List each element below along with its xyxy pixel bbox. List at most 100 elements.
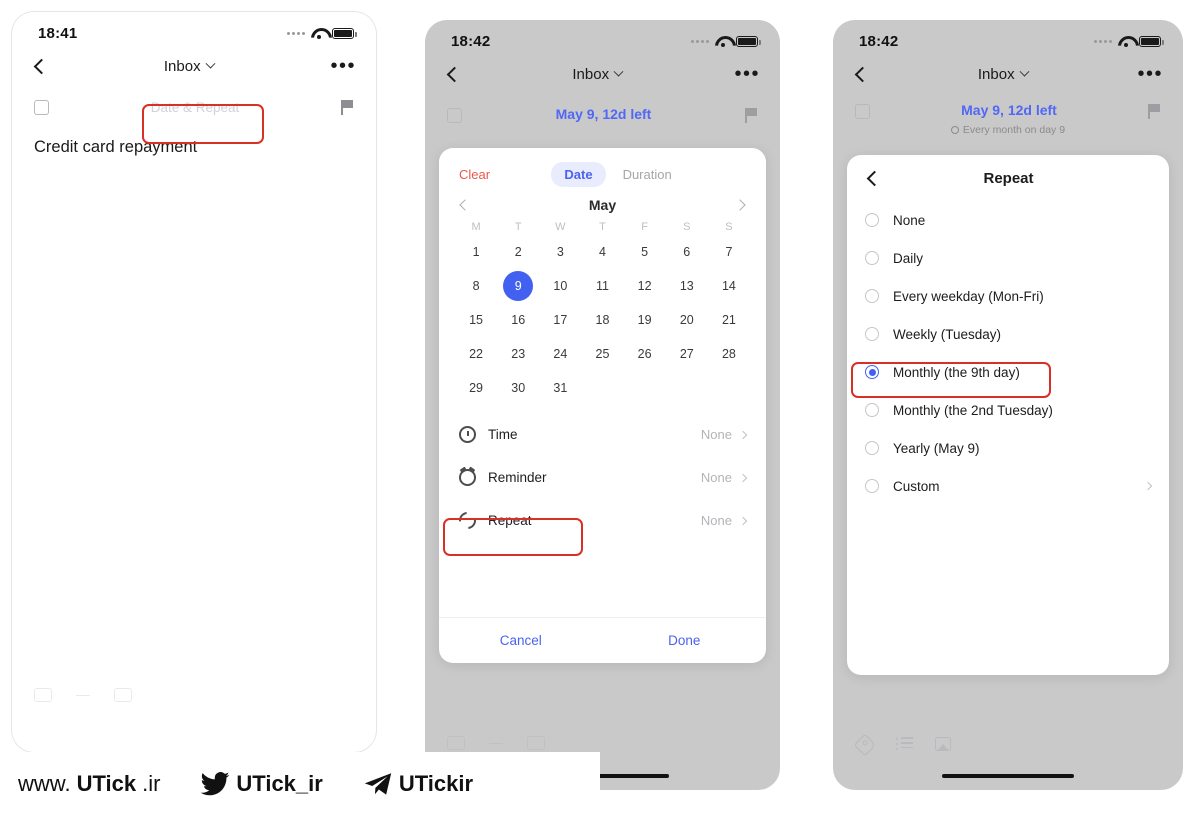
due-date-label[interactable]: May 9, 12d left [961,102,1057,118]
more-options-button[interactable]: ••• [1137,64,1163,84]
list-icon[interactable] [76,695,90,696]
calendar-day[interactable]: 10 [539,271,581,301]
battery-icon [736,35,761,47]
done-button[interactable]: Done [603,618,767,663]
option-row-reminder[interactable]: Reminder None [439,456,766,499]
image-icon[interactable] [114,688,132,702]
calendar-day[interactable]: 27 [666,339,708,369]
status-clock: 18:41 [38,24,78,42]
repeat-option-row[interactable]: Monthly (the 9th day) [847,353,1169,391]
flag-icon[interactable] [341,99,354,115]
clear-button[interactable]: Clear [459,167,490,182]
calendar-day[interactable]: 7 [708,237,750,267]
calendar-day[interactable]: 31 [539,373,581,403]
radio-selected-icon[interactable] [865,365,879,379]
repeat-option-row[interactable]: Yearly (May 9) [847,429,1169,467]
due-date-slot[interactable]: May 9, 12d left [462,106,745,124]
radio-icon[interactable] [865,251,879,265]
picker-options-list: Time None Reminder None Repeat None [439,413,766,542]
calendar-day[interactable]: 21 [708,305,750,335]
calendar-day[interactable]: 5 [624,237,666,267]
watermark-twitter: UTick_ir [200,771,323,797]
repeat-option-row[interactable]: None [847,201,1169,239]
nav-title[interactable]: Inbox [47,58,330,75]
calendar-day[interactable]: 20 [666,305,708,335]
bottom-toolbar [447,736,545,750]
list-icon[interactable] [489,743,503,744]
nav-title[interactable]: Inbox [460,66,734,83]
watermark-name: UTick [76,771,137,796]
radio-icon[interactable] [865,213,879,227]
signal-icon [691,39,709,43]
calendar-day[interactable]: 16 [497,305,539,335]
calendar-day[interactable]: 8 [455,271,497,301]
radio-icon[interactable] [865,479,879,493]
calendar-day[interactable]: 23 [497,339,539,369]
nav-title[interactable]: Inbox [868,66,1137,83]
calendar-day[interactable]: 3 [539,237,581,267]
calendar-day[interactable]: 14 [708,271,750,301]
date-picker-sheet: Clear Date Duration May MTWTFSS 12345678… [439,148,766,663]
task-title: Credit card repayment [34,138,198,156]
calendar-day[interactable]: 26 [624,339,666,369]
repeat-option-row[interactable]: Monthly (the 2nd Tuesday) [847,391,1169,429]
calendar-day[interactable]: 18 [581,305,623,335]
radio-icon[interactable] [865,403,879,417]
tab-duration[interactable]: Duration [610,162,685,187]
cancel-button[interactable]: Cancel [439,618,603,663]
due-date-slot[interactable]: May 9, 12d left [870,102,1148,120]
calendar-day[interactable]: 2 [497,237,539,267]
chevron-down-icon [613,66,624,77]
tag-icon-wrap[interactable] [853,733,877,757]
repeat-option-row[interactable]: Weekly (Tuesday) [847,315,1169,353]
option-row-time[interactable]: Time None [439,413,766,456]
date-repeat-placeholder[interactable]: Date & Repeat [129,91,262,124]
calendar-day[interactable]: 1 [455,237,497,267]
calendar-day[interactable]: 22 [455,339,497,369]
calendar-day[interactable]: 24 [539,339,581,369]
calendar-day[interactable]: 4 [581,237,623,267]
calendar-day[interactable]: 29 [455,373,497,403]
home-indicator [942,773,1074,778]
calendar-day[interactable]: 13 [666,271,708,301]
radio-icon[interactable] [865,441,879,455]
calendar-day[interactable]: 19 [624,305,666,335]
nav-title-label: Inbox [572,65,610,83]
repeat-option-row[interactable]: Custom [847,467,1169,505]
calendar-day[interactable]: 15 [455,305,497,335]
repeat-sheet-header: Repeat [847,155,1169,201]
due-date-label[interactable]: May 9, 12d left [556,106,652,122]
tag-icon[interactable] [447,736,465,750]
more-options-button[interactable]: ••• [330,56,356,76]
more-options-button[interactable]: ••• [734,64,760,84]
image-icon[interactable] [527,736,545,750]
date-repeat-slot[interactable]: Date & Repeat [49,91,341,124]
list-icon[interactable] [896,737,913,752]
status-bar: 18:42 [425,20,780,54]
calendar-day[interactable]: 30 [497,373,539,403]
chevron-down-icon [1019,66,1030,77]
tag-icon[interactable] [34,688,52,702]
flag-icon[interactable] [1148,103,1161,119]
calendar-day[interactable]: 6 [666,237,708,267]
radio-icon[interactable] [865,327,879,341]
repeat-option-row[interactable]: Daily [847,239,1169,277]
calendar-day[interactable]: 25 [581,339,623,369]
tab-date[interactable]: Date [551,162,606,187]
task-checkbox[interactable] [34,99,49,115]
calendar-day[interactable]: 12 [624,271,666,301]
calendar-day[interactable]: 11 [581,271,623,301]
flag-icon[interactable] [745,107,758,123]
option-row-repeat[interactable]: Repeat None [439,499,766,542]
next-month-icon[interactable] [734,199,746,211]
picker-footer: Cancel Done [439,617,766,663]
calendar-day[interactable]: 28 [708,339,750,369]
task-checkbox[interactable] [855,103,870,119]
repeat-option-row[interactable]: Every weekday (Mon-Fri) [847,277,1169,315]
calendar-day[interactable]: 17 [539,305,581,335]
calendar-day[interactable]: 9 [497,271,539,301]
task-checkbox[interactable] [447,107,462,123]
image-icon-wrap[interactable] [935,737,952,752]
battery-icon [1139,35,1164,47]
radio-icon[interactable] [865,289,879,303]
